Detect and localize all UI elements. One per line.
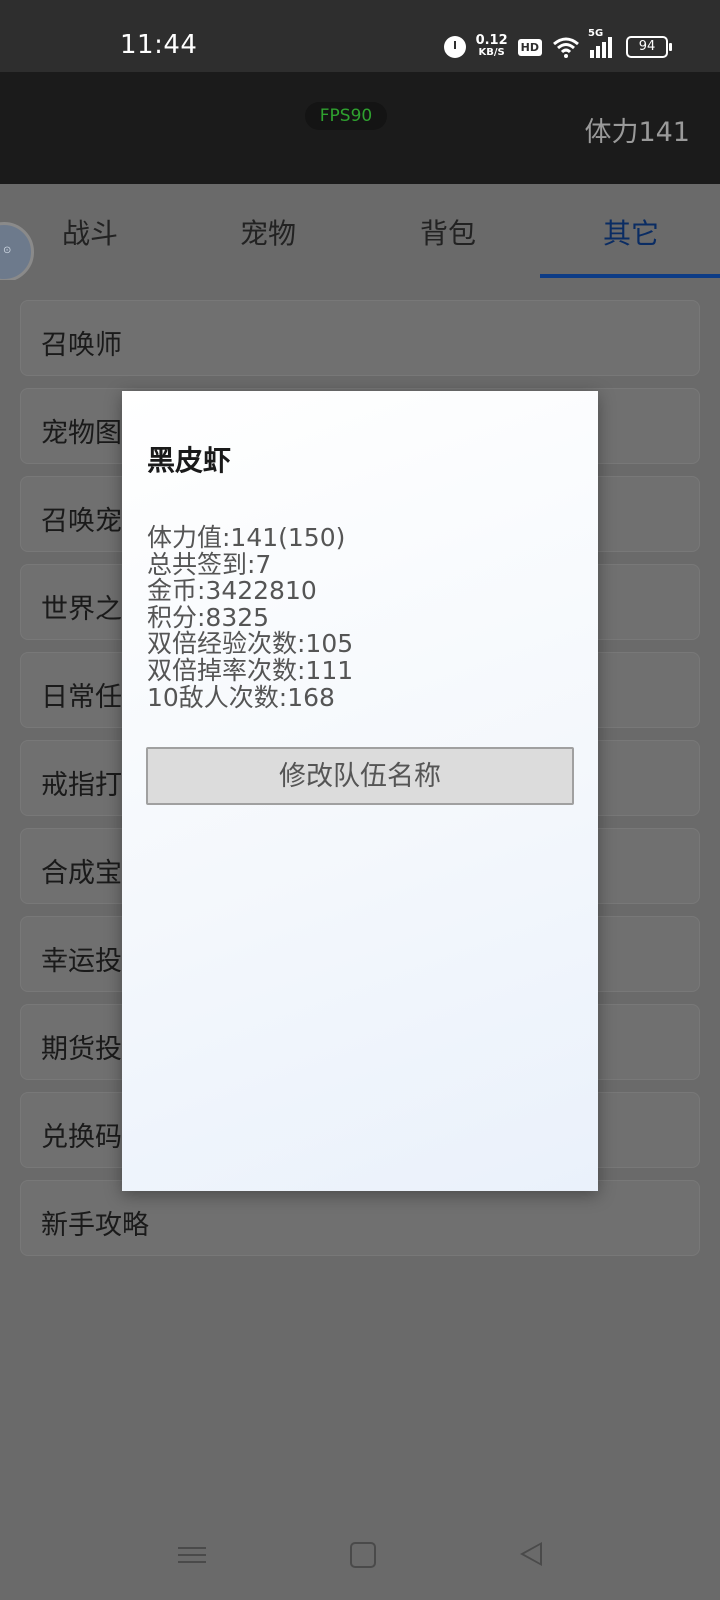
network-speed: 0.12 KB/S <box>475 33 508 59</box>
menu-item-beginner-guide[interactable]: 新手攻略 <box>20 1180 700 1256</box>
stat-total-checkins: 总共签到:7 <box>147 549 272 579</box>
menu-item-label: 期货投 <box>41 1034 122 1065</box>
dialog-title: 黑皮虾 <box>147 444 232 477</box>
hd-voice-icon: HD <box>517 38 542 56</box>
stat-double-exp: 双倍经验次数:105 <box>147 629 354 659</box>
tab-bar: 战斗 宠物 背包 其它 <box>0 184 720 280</box>
wifi-icon <box>553 37 579 58</box>
menu-item-summoner[interactable]: 召唤师 <box>20 300 700 376</box>
system-nav-bar <box>0 1512 720 1600</box>
status-time: 11:44 <box>120 30 198 60</box>
fps-badge: FPS90 <box>305 102 387 130</box>
stats-list: 体力值:141(150) 总共签到:7 金币:3422810 积分:8325 双… <box>147 523 354 712</box>
menu-item-label: 戒指打 <box>41 770 122 801</box>
recent-apps-button[interactable] <box>178 1542 206 1570</box>
rename-team-button[interactable]: 修改队伍名称 <box>146 747 574 805</box>
menu-item-label: 合成宝 <box>41 858 122 889</box>
tab-battle[interactable]: 战斗 <box>62 212 118 252</box>
menu-item-label: 新手攻略 <box>41 1210 149 1241</box>
stat-points: 积分:8325 <box>147 602 270 632</box>
menu-item-label: 日常任 <box>41 682 122 713</box>
stat-double-drop: 双倍掉率次数:111 <box>147 655 354 685</box>
menu-item-label: 宠物图 <box>41 418 122 449</box>
game-header: FPS90 体力141 <box>0 72 720 184</box>
team-info-dialog: 黑皮虾 体力值:141(150) 总共签到:7 金币:3422810 积分:83… <box>122 391 598 1191</box>
status-icons: 0.12 KB/S HD 5G 94 <box>443 28 672 62</box>
tab-pets[interactable]: 宠物 <box>240 212 296 252</box>
active-tab-indicator <box>540 274 720 278</box>
tab-other[interactable]: 其它 <box>603 212 659 252</box>
status-bar: 11:44 0.12 KB/S HD 5G 94 <box>0 0 720 72</box>
network-speed-value: 0.12 <box>475 33 508 48</box>
stat-stamina: 体力值:141(150) <box>147 523 346 552</box>
home-button[interactable] <box>350 1542 376 1568</box>
alarm-clock-icon <box>443 36 466 58</box>
stamina-display: 体力141 <box>584 117 690 148</box>
menu-item-label: 幸运投 <box>41 946 122 977</box>
back-button[interactable] <box>520 1542 542 1566</box>
cellular-signal-icon: 5G <box>588 28 612 58</box>
stat-gold: 金币:3422810 <box>147 576 317 606</box>
menu-item-label: 召唤宠 <box>41 506 122 537</box>
network-type-label: 5G <box>588 28 604 39</box>
battery-icon: 94 <box>626 36 672 58</box>
menu-item-label: 世界之 <box>41 594 122 625</box>
tab-backpack[interactable]: 背包 <box>420 212 476 252</box>
stat-ten-enemies: 10敌人次数:168 <box>147 682 335 712</box>
network-speed-unit: KB/S <box>478 47 505 58</box>
menu-item-label: 兑换码 <box>41 1122 122 1153</box>
avatar-icon: ⊙ <box>3 245 12 256</box>
menu-item-label: 召唤师 <box>41 330 122 361</box>
